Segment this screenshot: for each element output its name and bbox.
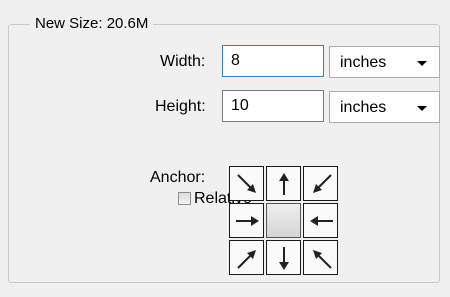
relative-checkbox[interactable] xyxy=(178,192,191,205)
anchor-top-left[interactable] xyxy=(229,166,264,201)
anchor-bottom-center[interactable] xyxy=(266,240,301,275)
arrow-west-icon xyxy=(310,216,333,226)
chevron-down-icon xyxy=(417,61,427,66)
arrow-southeast-icon xyxy=(237,174,256,193)
arrow-north-icon xyxy=(279,173,289,195)
anchor-top-center[interactable] xyxy=(266,166,301,201)
anchor-middle-right[interactable] xyxy=(303,203,338,238)
height-unit-select[interactable]: inches xyxy=(329,91,440,123)
anchor-center[interactable] xyxy=(266,203,301,238)
chevron-down-icon xyxy=(417,106,427,111)
width-unit-value: inches xyxy=(340,54,387,71)
new-size-label: New Size: 20.6M xyxy=(30,14,154,34)
arrow-northwest-icon xyxy=(313,250,332,269)
height-unit-value: inches xyxy=(340,99,387,116)
width-input[interactable] xyxy=(222,45,324,77)
arrow-northeast-icon xyxy=(237,250,256,269)
arrow-south-icon xyxy=(279,247,289,270)
arrow-east-icon xyxy=(236,216,259,226)
height-input[interactable] xyxy=(222,90,324,122)
arrow-southwest-icon xyxy=(313,174,332,193)
anchor-middle-left[interactable] xyxy=(229,203,264,238)
anchor-label: Anchor: xyxy=(150,169,206,186)
height-label: Height: xyxy=(155,98,206,115)
anchor-top-right[interactable] xyxy=(303,166,338,201)
anchor-grid xyxy=(229,166,338,275)
width-label: Width: xyxy=(160,53,206,70)
anchor-bottom-left[interactable] xyxy=(229,240,264,275)
width-unit-select[interactable]: inches xyxy=(329,46,440,78)
anchor-bottom-right[interactable] xyxy=(303,240,338,275)
